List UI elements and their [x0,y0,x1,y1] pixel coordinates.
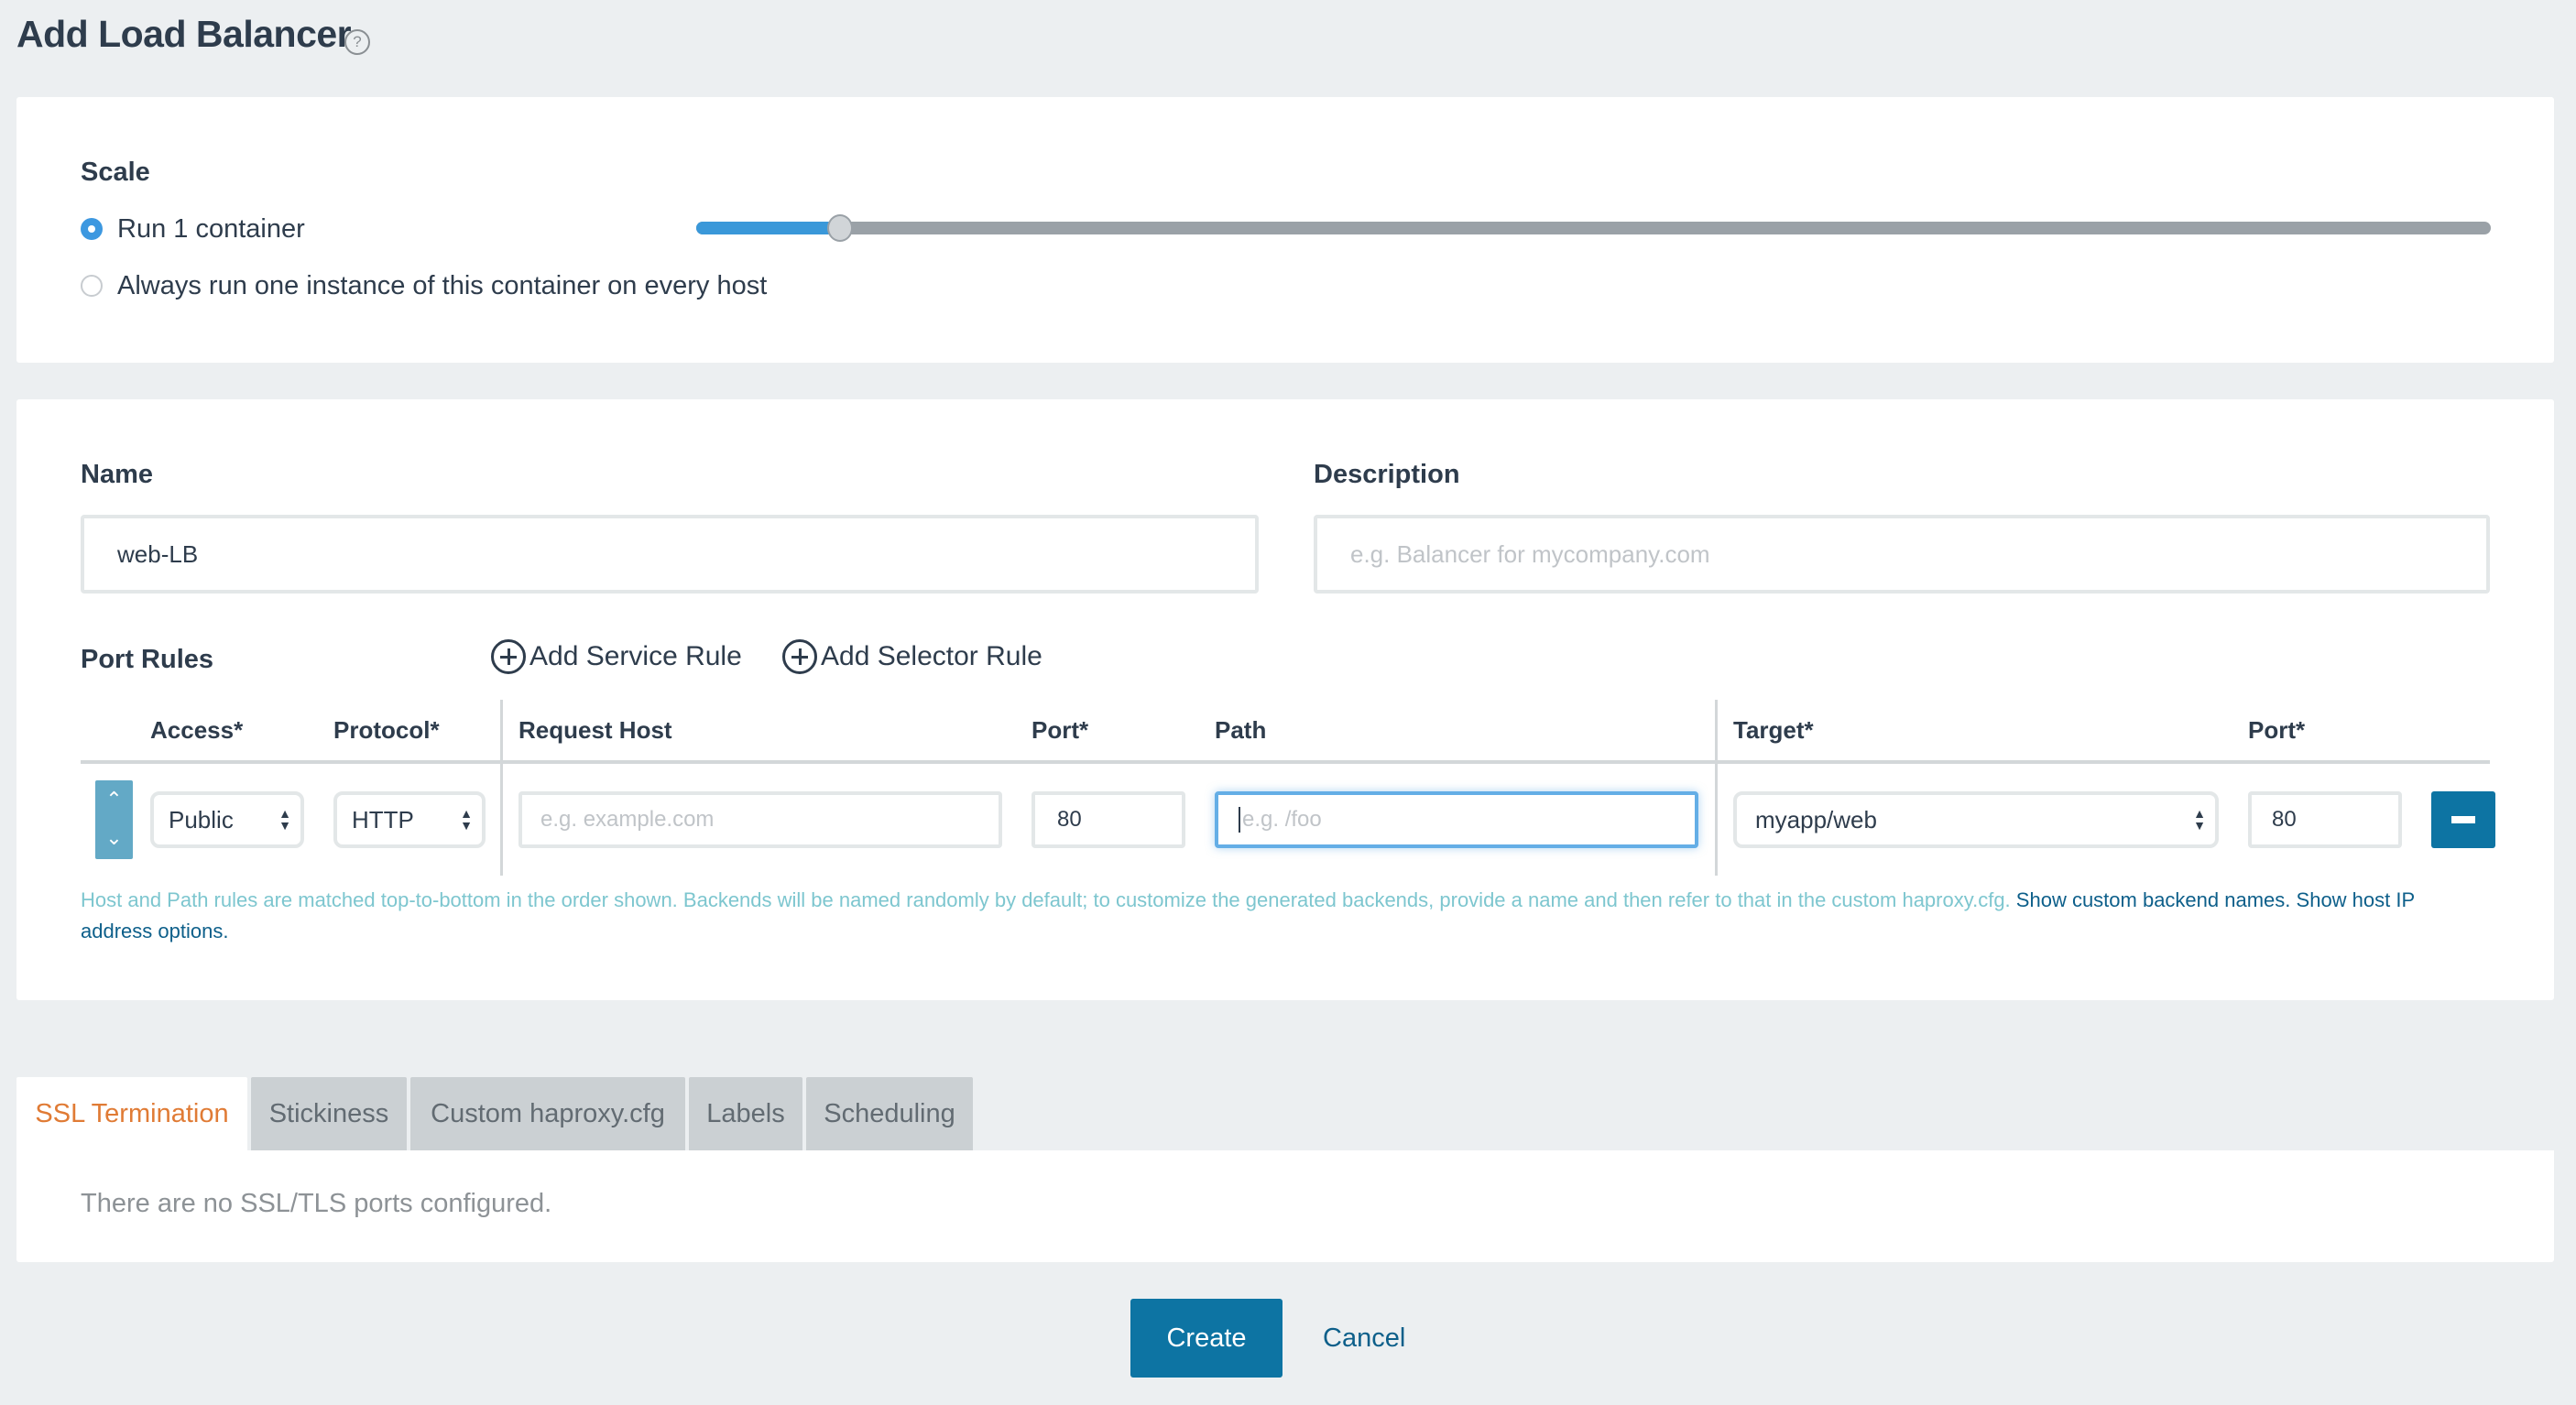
description-input[interactable]: e.g. Balancer for mycompany.com [1314,515,2490,594]
text-cursor [1239,807,1240,833]
add-service-rule-label: Add Service Rule [529,641,742,671]
col-target-port: Port* [2248,716,2306,744]
select-arrows-icon: ▲ ▼ [2193,806,2206,833]
tab-custom-haproxy[interactable]: Custom haproxy.cfg [410,1077,685,1151]
cancel-button[interactable]: Cancel [1323,1299,1405,1378]
help-text: Host and Path rules are matched top-to-b… [81,888,2011,911]
tab-content-text: There are no SSL/TLS ports configured. [81,1189,552,1218]
description-label: Description [1314,460,1460,489]
col-port: Port* [1031,716,1089,744]
scale-slider-track[interactable] [696,222,2491,234]
protocol-value: HTTP [352,805,414,833]
scale-label: Scale [81,158,150,187]
col-request-host: Request Host [518,716,672,744]
radio-label-every-host[interactable]: Always run one instance of this containe… [117,271,767,301]
remove-rule-button[interactable] [2431,791,2495,848]
radio-run-one-container[interactable] [81,218,103,240]
scale-slider-fill [696,222,840,234]
request-host-input[interactable]: e.g. example.com [518,791,1002,848]
chevron-down-icon[interactable]: ⌄ [95,828,133,848]
plus-circle-icon [782,639,817,674]
add-service-rule-button[interactable]: Add Service Rule [491,639,742,674]
chevron-up-icon[interactable]: ⌃ [95,790,133,810]
page-title: Add Load Balancer [16,13,352,55]
source-port-input[interactable]: 80 [1031,791,1185,848]
port-rules-help: Host and Path rules are matched top-to-b… [81,885,2490,947]
target-value: myapp/web [1755,805,1877,833]
target-port-input[interactable]: 80 [2248,791,2402,848]
add-selector-rule-button[interactable]: Add Selector Rule [782,639,1042,674]
radio-run-every-host[interactable] [81,275,103,297]
access-select[interactable]: Public ▲ ▼ [150,791,304,848]
create-button[interactable]: Create [1130,1299,1283,1378]
col-protocol: Protocol* [333,716,440,744]
column-divider [500,700,503,876]
protocol-select[interactable]: HTTP ▲ ▼ [333,791,486,848]
radio-label-run-one[interactable]: Run 1 container [117,214,305,245]
access-value: Public [169,805,234,833]
tab-labels[interactable]: Labels [689,1077,802,1151]
scale-slider-handle[interactable] [827,214,853,242]
tab-stickiness[interactable]: Stickiness [251,1077,407,1151]
path-placeholder: e.g. /foo [1242,807,1322,832]
tab-scheduling[interactable]: Scheduling [806,1077,973,1151]
table-header-divider [81,760,2490,764]
select-arrows-icon: ▲ ▼ [278,806,291,833]
target-select[interactable]: myapp/web ▲ ▼ [1733,791,2219,848]
name-label: Name [81,460,153,489]
show-backend-names-link[interactable]: Show custom backend names. [2016,888,2291,911]
add-selector-rule-label: Add Selector Rule [821,641,1042,671]
question-circle-icon[interactable]: ? [344,29,370,55]
col-access: Access* [150,716,244,744]
reorder-handle[interactable]: ⌃ ⌄ [95,780,133,859]
col-path: Path [1215,716,1267,744]
col-target: Target* [1733,716,1814,744]
plus-circle-icon [491,639,526,674]
select-arrows-icon: ▲ ▼ [460,806,473,833]
name-input[interactable]: web-LB [81,515,1259,594]
path-input[interactable]: e.g. /foo [1215,791,1698,848]
port-rules-label: Port Rules [81,645,214,674]
column-divider [1715,700,1718,876]
tab-ssl-termination[interactable]: SSL Termination [16,1077,247,1151]
